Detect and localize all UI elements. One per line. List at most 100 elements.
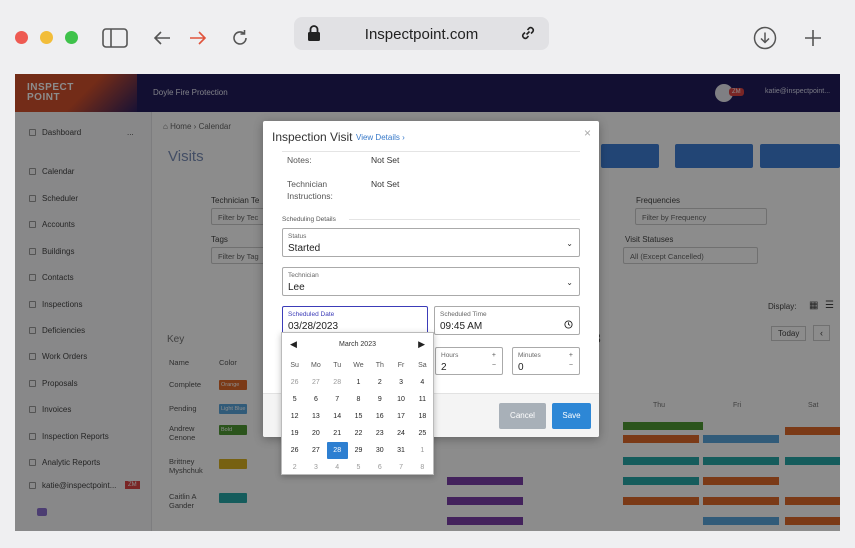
chevron-down-icon: ⌄ — [566, 278, 573, 287]
date-picker-day[interactable]: 24 — [390, 425, 411, 442]
technician-instructions-label-2: Instructions: — [287, 191, 333, 201]
hours-label: Hours — [441, 352, 459, 359]
minutes-decrement-icon[interactable]: − — [569, 362, 573, 369]
minutes-increment-icon[interactable]: + — [569, 352, 573, 359]
date-picker-day[interactable]: 14 — [327, 408, 348, 425]
minimize-window-button[interactable] — [40, 31, 53, 44]
date-picker-day[interactable]: 22 — [348, 425, 369, 442]
minutes-value: 0 — [518, 362, 524, 373]
sidebar-toggle-icon[interactable] — [101, 24, 129, 52]
weekday-header: Fr — [397, 362, 405, 369]
technician-value: Lee — [288, 282, 305, 293]
clock-icon[interactable] — [564, 320, 573, 331]
minutes-stepper[interactable]: Minutes 0 + − — [512, 347, 580, 375]
link-icon[interactable] — [519, 24, 537, 47]
scheduling-details-title: Scheduling Details — [282, 216, 336, 223]
date-picker-day[interactable]: 8 — [348, 391, 369, 408]
scheduled-time-value: 09:45 AM — [440, 321, 483, 332]
date-picker-day[interactable]: 12 — [284, 408, 305, 425]
date-picker-day[interactable]: 16 — [369, 408, 390, 425]
date-picker-day[interactable]: 4 — [327, 459, 348, 476]
date-picker-grid: Su Mo Tu We Th Fr Sa 26 27 28 1 2 3 4 5 6 7 8 9 10 11 12 13 14 1… — [284, 357, 433, 476]
scheduled-date-value: 03/28/2023 — [288, 321, 339, 332]
status-select[interactable]: Status Started ⌄ — [282, 228, 580, 257]
date-picker-day[interactable]: 5 — [284, 391, 305, 408]
hours-increment-icon[interactable]: + — [492, 352, 496, 359]
date-picker-day[interactable]: 27 — [305, 374, 326, 391]
date-picker-day[interactable]: 2 — [369, 374, 390, 391]
date-picker-day[interactable]: 26 — [284, 374, 305, 391]
chevron-down-icon: ⌄ — [566, 239, 573, 248]
reload-icon[interactable] — [226, 24, 254, 52]
save-button[interactable]: Save — [552, 403, 591, 429]
date-picker-day[interactable]: 19 — [284, 425, 305, 442]
date-picker-day[interactable]: 30 — [369, 442, 390, 459]
date-picker-day[interactable]: 15 — [348, 408, 369, 425]
date-picker-day[interactable]: 8 — [412, 459, 433, 476]
maximize-window-button[interactable] — [65, 31, 78, 44]
date-picker-day[interactable]: 4 — [412, 374, 433, 391]
weekday-header: Su — [290, 362, 299, 369]
date-picker-day[interactable]: 25 — [412, 425, 433, 442]
date-picker-day[interactable]: 29 — [348, 442, 369, 459]
scheduled-date-label: Scheduled Date — [288, 311, 335, 318]
weekday-header: We — [353, 362, 364, 369]
next-month-icon[interactable]: ▶ — [418, 339, 425, 350]
back-arrow-icon[interactable] — [148, 24, 176, 52]
weekday-header: Sa — [418, 362, 427, 369]
date-picker-day[interactable]: 5 — [348, 459, 369, 476]
cancel-button[interactable]: Cancel — [499, 403, 546, 429]
view-details-link[interactable]: View Details › — [356, 133, 405, 142]
date-picker-day[interactable]: 21 — [327, 425, 348, 442]
date-picker-day[interactable]: 18 — [412, 408, 433, 425]
date-picker-day[interactable]: 27 — [305, 442, 326, 459]
hours-stepper[interactable]: Hours 2 + − — [435, 347, 503, 375]
status-label: Status — [288, 233, 307, 240]
address-bar[interactable]: Inspectpoint.com — [294, 17, 549, 50]
technician-instructions-value: Not Set — [371, 179, 400, 189]
weekday-header: Th — [375, 362, 384, 369]
technician-instructions-label-1: Technician — [287, 179, 328, 189]
date-picker-day[interactable]: 3 — [305, 459, 326, 476]
date-picker-day[interactable]: 3 — [390, 374, 411, 391]
date-picker-day[interactable]: 11 — [412, 391, 433, 408]
hours-decrement-icon[interactable]: − — [492, 362, 496, 369]
date-picker-day[interactable]: 23 — [369, 425, 390, 442]
date-picker-day[interactable]: 7 — [390, 459, 411, 476]
close-icon[interactable]: × — [584, 126, 591, 140]
close-window-button[interactable] — [15, 31, 28, 44]
scheduled-date-input[interactable]: Scheduled Date 03/28/2023 — [282, 306, 428, 335]
notes-value: Not Set — [371, 155, 400, 165]
new-tab-plus-icon[interactable] — [799, 24, 827, 52]
technician-select[interactable]: Technician Lee ⌄ — [282, 267, 580, 296]
scheduled-time-input[interactable]: Scheduled Time 09:45 AM — [434, 306, 580, 335]
date-picker-day[interactable]: 28 — [326, 442, 348, 459]
notes-label: Notes: — [287, 155, 312, 165]
browser-chrome: Inspectpoint.com — [0, 0, 855, 74]
date-picker-day[interactable]: 17 — [390, 408, 411, 425]
forward-arrow-icon[interactable] — [184, 24, 212, 52]
date-picker-day[interactable]: 6 — [305, 391, 326, 408]
date-picker-day[interactable]: 26 — [284, 442, 305, 459]
weekday-header: Mo — [311, 362, 321, 369]
weekday-header: Tu — [333, 362, 342, 369]
scheduled-time-label: Scheduled Time — [440, 311, 487, 318]
date-picker-day[interactable]: 13 — [305, 408, 326, 425]
date-picker-day[interactable]: 1 — [412, 442, 433, 459]
minutes-label: Minutes — [518, 352, 541, 359]
date-picker-day[interactable]: 31 — [390, 442, 411, 459]
modal-title: Inspection Visit — [272, 130, 353, 144]
url-text: Inspectpoint.com — [364, 26, 479, 43]
date-picker-day[interactable]: 7 — [327, 391, 348, 408]
date-picker-popup: ◀ March 2023 ▶ Su Mo Tu We Th Fr Sa 26 27 28 1 2 3 4 5… — [281, 332, 434, 475]
date-picker-day[interactable]: 1 — [348, 374, 369, 391]
date-picker-day[interactable]: 9 — [369, 391, 390, 408]
app-window: INSPECT POINT Doyle Fire Protection ZM k… — [15, 74, 840, 531]
date-picker-month: March 2023 — [339, 341, 376, 348]
date-picker-day[interactable]: 10 — [390, 391, 411, 408]
date-picker-day[interactable]: 2 — [284, 459, 305, 476]
date-picker-day[interactable]: 28 — [327, 374, 348, 391]
date-picker-day[interactable]: 20 — [305, 425, 326, 442]
download-icon[interactable] — [751, 24, 779, 52]
date-picker-day[interactable]: 6 — [369, 459, 390, 476]
